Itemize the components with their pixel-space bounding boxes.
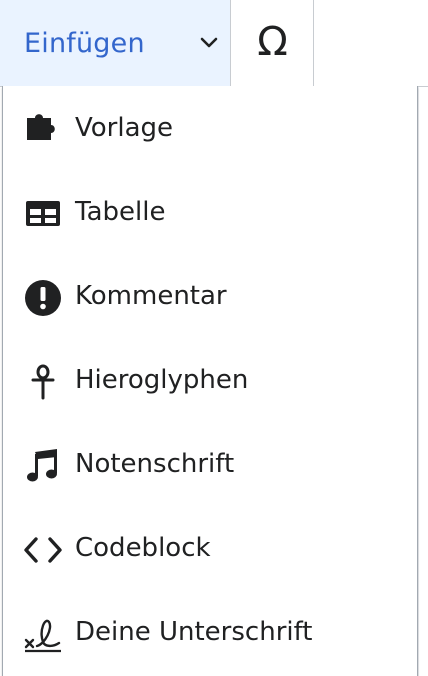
omega-icon: Ω [257, 19, 288, 65]
special-character-button[interactable]: Ω [231, 0, 314, 86]
code-icon [23, 530, 63, 570]
menu-item-label: Codeblock [75, 533, 211, 563]
music-note-icon [23, 446, 63, 486]
menu-item-label: Vorlage [75, 113, 174, 143]
insert-menu-button[interactable]: Einfügen [0, 0, 231, 86]
chevron-down-icon [196, 30, 222, 56]
menu-item-table[interactable]: Tabelle [3, 170, 417, 254]
insert-dropdown-menu: Vorlage Tabelle Kommentar Hieroglyphen N… [2, 86, 418, 676]
editor-surface-edge [418, 86, 428, 676]
menu-item-signature[interactable]: Deine Unterschrift [3, 590, 417, 674]
menu-item-template[interactable]: Vorlage [3, 86, 417, 170]
menu-item-code-block[interactable]: Codeblock [3, 506, 417, 590]
menu-item-label: Hieroglyphen [75, 365, 249, 395]
puzzle-icon [23, 110, 63, 150]
signature-icon [23, 614, 63, 654]
table-icon [23, 194, 63, 234]
menu-item-label: Deine Unterschrift [75, 617, 313, 647]
menu-item-label: Notenschrift [75, 449, 235, 479]
insert-menu-label: Einfügen [24, 28, 145, 59]
menu-item-label: Tabelle [75, 197, 166, 227]
menu-item-comment[interactable]: Kommentar [3, 254, 417, 338]
ankh-icon [23, 362, 63, 402]
menu-item-hieroglyphs[interactable]: Hieroglyphen [3, 338, 417, 422]
editor-toolbar: Einfügen Ω [0, 0, 428, 87]
menu-item-label: Kommentar [75, 281, 227, 311]
visual-editor-stage: Einfügen Ω Vorlage Tabelle Kommentar Hie… [0, 0, 428, 676]
menu-item-music-notation[interactable]: Notenschrift [3, 422, 417, 506]
alert-circle-icon [23, 278, 63, 318]
